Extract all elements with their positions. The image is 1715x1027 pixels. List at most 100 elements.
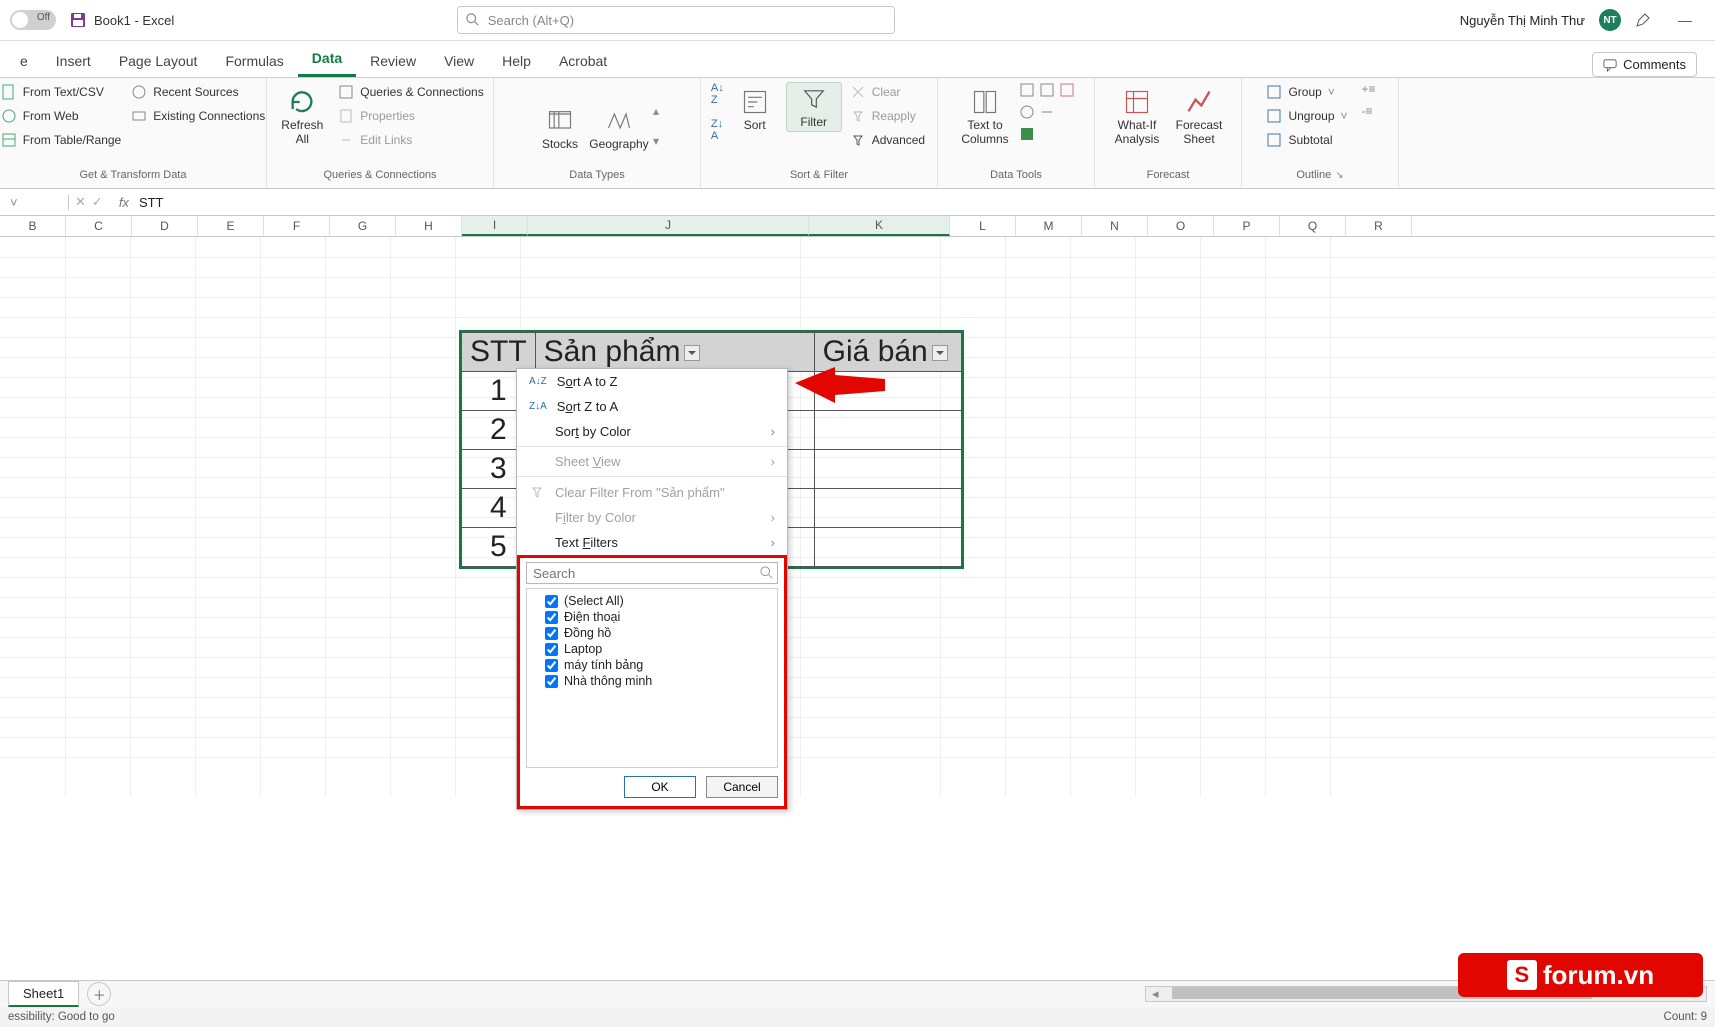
tab-page-layout[interactable]: Page Layout xyxy=(105,47,212,77)
types-up-icon[interactable]: ▴ xyxy=(653,104,659,118)
sort-az-icon: A↓Z xyxy=(529,376,547,387)
from-web[interactable]: From Web xyxy=(0,106,123,126)
chk-option[interactable] xyxy=(545,627,558,640)
fx-icon[interactable]: fx xyxy=(119,195,129,210)
sheet-tab[interactable]: Sheet1 xyxy=(8,981,79,1007)
tab-insert[interactable]: Insert xyxy=(42,47,105,77)
chk-option[interactable] xyxy=(545,611,558,624)
outline-expand-icon[interactable]: +≡ xyxy=(1362,82,1376,96)
types-down-icon[interactable]: ▾ xyxy=(653,134,659,148)
outline-collapse-icon[interactable]: -≡ xyxy=(1362,104,1376,118)
sort-button[interactable]: Sort xyxy=(730,82,780,132)
flashfill-icon[interactable] xyxy=(1019,82,1035,98)
filter-icon xyxy=(800,85,828,113)
header-giaban[interactable]: Giá bán xyxy=(814,333,961,372)
user-avatar[interactable]: NT xyxy=(1599,9,1621,31)
chk-option[interactable] xyxy=(545,643,558,656)
column-headers[interactable]: B C D E F G H I J K L M N O P Q R xyxy=(0,216,1715,237)
clear-filter: Clear xyxy=(848,82,927,102)
remove-dup-icon[interactable] xyxy=(1039,82,1055,98)
clear-filter-icon xyxy=(529,484,545,500)
text-to-columns[interactable]: Text to Columns xyxy=(957,82,1013,146)
from-text-csv[interactable]: From Text/CSV xyxy=(0,82,123,102)
geography-button[interactable]: Geography xyxy=(591,101,647,151)
save-icon[interactable] xyxy=(70,12,86,28)
reapply-filter: Reapply xyxy=(848,106,927,126)
stocks-button[interactable]: Stocks xyxy=(535,101,585,151)
comments-button[interactable]: Comments xyxy=(1592,52,1697,77)
sort-a-to-z[interactable]: A↓Z Sort A to Z xyxy=(517,369,787,394)
table-icon xyxy=(1,132,17,148)
advanced-icon xyxy=(850,132,866,148)
ungroup-rows[interactable]: Ungroup ˅ xyxy=(1264,106,1349,126)
tab-acrobat[interactable]: Acrobat xyxy=(545,47,621,77)
pen-icon[interactable] xyxy=(1635,12,1651,28)
sort-az-icon[interactable]: A↓Z xyxy=(711,82,724,106)
forecast-sheet-button[interactable]: Forecast Sheet xyxy=(1171,82,1227,146)
validation-icon[interactable] xyxy=(1019,104,1035,120)
subtotal[interactable]: Subtotal xyxy=(1264,130,1349,150)
clear-icon xyxy=(850,84,866,100)
add-sheet-button[interactable]: ＋ xyxy=(87,982,111,1006)
t2c-icon xyxy=(971,88,999,116)
tab-formulas[interactable]: Formulas xyxy=(211,47,297,77)
filter-toggle-giaban[interactable] xyxy=(932,345,948,361)
tab-help[interactable]: Help xyxy=(488,47,545,77)
globe-icon xyxy=(1,108,17,124)
name-box[interactable]: ˅ xyxy=(4,195,69,210)
tab-review[interactable]: Review xyxy=(356,47,430,77)
filter-toggle-sanpham[interactable] xyxy=(684,345,700,361)
refresh-all-button[interactable]: Refresh All xyxy=(274,82,330,146)
from-table-range[interactable]: From Table/Range xyxy=(0,130,123,150)
search-icon xyxy=(760,566,774,580)
accept-formula-icon[interactable]: ✓ xyxy=(92,194,103,210)
connection-icon xyxy=(131,108,147,124)
autosave-toggle[interactable]: Off xyxy=(10,10,56,30)
subtotal-icon xyxy=(1266,132,1282,148)
existing-connections[interactable]: Existing Connections xyxy=(129,106,267,126)
outline-launcher-icon[interactable]: ↘ xyxy=(1335,170,1343,181)
sort-za-icon[interactable]: Z↓A xyxy=(711,118,724,142)
text-filters[interactable]: Text Filters› xyxy=(517,530,787,555)
datamodel-icon[interactable] xyxy=(1019,126,1035,142)
advanced-filter[interactable]: Advanced xyxy=(848,130,927,150)
header-sanpham[interactable]: Sản phẩm xyxy=(535,333,814,372)
ok-button[interactable]: OK xyxy=(624,776,696,798)
tab-data[interactable]: Data xyxy=(298,44,356,77)
sort-z-to-a[interactable]: Z↓A Sort Z to A xyxy=(517,394,787,419)
header-stt[interactable]: STT xyxy=(462,333,536,372)
relations-icon[interactable] xyxy=(1039,104,1055,120)
filter-search-input[interactable] xyxy=(526,562,778,584)
whatif-button[interactable]: What-If Analysis xyxy=(1109,82,1165,146)
search-placeholder: Search (Alt+Q) xyxy=(488,13,574,28)
filter-button[interactable]: Filter xyxy=(786,82,842,132)
filter-checklist[interactable]: (Select All) Điện thoại Đồng hồ Laptop m… xyxy=(526,588,778,768)
scroll-left-icon[interactable]: ◂ xyxy=(1152,986,1159,1002)
group-queries: Queries & Connections xyxy=(323,169,436,184)
accessibility-status: essibility: Good to go xyxy=(8,1011,115,1023)
recent-sources[interactable]: Recent Sources xyxy=(129,82,267,102)
user-name: Nguyễn Thị Minh Thư xyxy=(1460,13,1585,28)
search-icon xyxy=(466,13,480,27)
minimize-button[interactable]: — xyxy=(1665,12,1705,28)
geography-icon xyxy=(605,107,633,135)
group-rows[interactable]: Group ˅ xyxy=(1264,82,1349,102)
chk-option[interactable] xyxy=(545,659,558,672)
cancel-formula-icon[interactable]: ✕ xyxy=(75,194,86,210)
chk-select-all[interactable] xyxy=(545,595,558,608)
cancel-button[interactable]: Cancel xyxy=(706,776,778,798)
search-input[interactable]: Search (Alt+Q) xyxy=(457,6,895,34)
queries-connections[interactable]: Queries & Connections xyxy=(336,82,485,102)
sort-by-color[interactable]: Sort by Color› xyxy=(517,419,787,444)
spreadsheet-grid[interactable]: STT Sản phẩm Giá bán 1 2 3 4 5 A↓Z Sort … xyxy=(0,237,1715,797)
sheet-view: Sheet View› xyxy=(517,449,787,474)
chk-option[interactable] xyxy=(545,675,558,688)
ungroup-icon xyxy=(1266,108,1282,124)
consolidate-icon[interactable] xyxy=(1059,82,1075,98)
formula-value[interactable]: STT xyxy=(139,195,164,210)
tab-view[interactable]: View xyxy=(430,47,488,77)
tab-home-partial[interactable]: e xyxy=(6,47,42,77)
group-forecast: Forecast xyxy=(1147,169,1190,184)
filter-dropdown: A↓Z Sort A to Z Z↓A Sort Z to A Sort by … xyxy=(516,368,788,810)
filter-search-panel: (Select All) Điện thoại Đồng hồ Laptop m… xyxy=(517,555,787,809)
